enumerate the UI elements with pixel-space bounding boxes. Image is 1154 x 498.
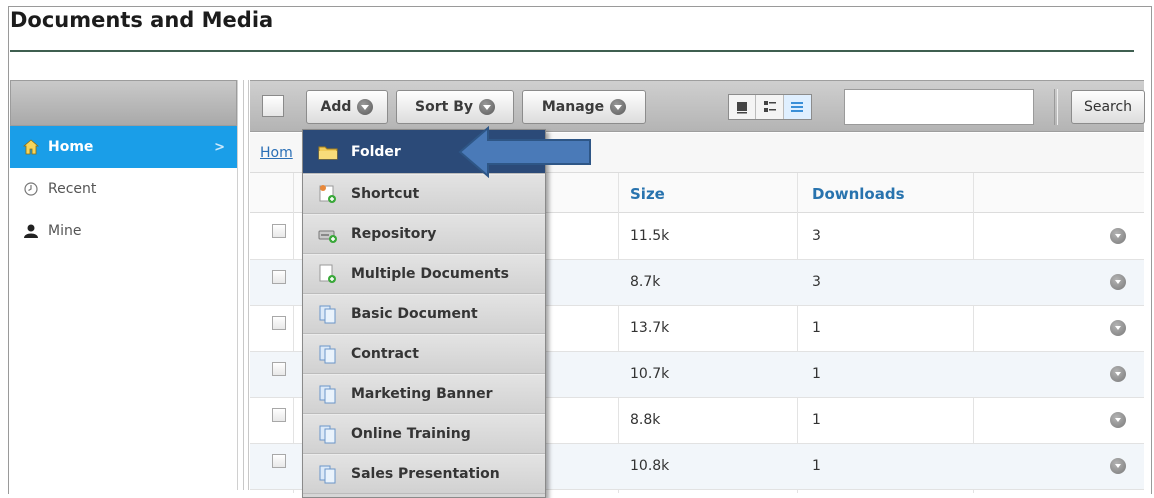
shortcut-icon <box>317 183 339 205</box>
add-button[interactable]: Add <box>306 90 388 124</box>
size-cell: 8.8k <box>630 412 661 428</box>
chevron-down-icon <box>610 99 627 115</box>
row-actions-icon[interactable] <box>1110 274 1126 290</box>
document-icon <box>317 343 339 365</box>
menu-item-label: Basic Document <box>351 306 478 322</box>
title-divider <box>10 50 1134 52</box>
menu-item-label: Shortcut <box>351 186 420 202</box>
sort-by-label: Sort By <box>415 99 473 115</box>
row-checkbox[interactable] <box>272 454 286 468</box>
menu-item-multiple-documents[interactable]: Multiple Documents <box>303 254 545 294</box>
size-cell: 10.8k <box>630 458 670 474</box>
row-checkbox[interactable] <box>272 270 286 284</box>
menu-item-label: Marketing Banner <box>351 386 493 402</box>
column-header-downloads[interactable]: Downloads <box>812 185 905 203</box>
toolbar: Add Sort By Manage Search <box>250 80 1145 132</box>
home-icon <box>22 139 40 155</box>
icon-view-icon <box>737 102 748 114</box>
size-cell: 8.7k <box>630 274 661 290</box>
manage-button[interactable]: Manage <box>522 90 646 124</box>
downloads-cell: 1 <box>812 366 821 382</box>
sidebar: Home > Recent Mine <box>10 80 238 490</box>
downloads-cell: 1 <box>812 320 821 336</box>
panel-splitter <box>243 80 249 490</box>
row-actions-icon[interactable] <box>1110 228 1126 244</box>
menu-item-label: Multiple Documents <box>351 266 509 282</box>
repository-icon <box>317 223 339 245</box>
manage-label: Manage <box>541 99 605 115</box>
sidebar-item-label: Mine <box>48 223 82 239</box>
menu-item-sales-presentation[interactable]: Sales Presentation <box>303 454 545 494</box>
sidebar-item-label: Recent <box>48 181 97 197</box>
downloads-cell: 1 <box>812 458 821 474</box>
search-button[interactable]: Search <box>1071 90 1145 124</box>
menu-item-shortcut[interactable]: Shortcut <box>303 174 545 214</box>
clock-icon <box>22 182 40 196</box>
sidebar-item-home[interactable]: Home > <box>10 126 237 168</box>
sidebar-item-label: Home <box>48 139 94 155</box>
downloads-cell: 1 <box>812 412 821 428</box>
downloads-cell: 3 <box>812 274 821 290</box>
row-checkbox[interactable] <box>272 362 286 376</box>
row-checkbox[interactable] <box>272 408 286 422</box>
select-all-checkbox[interactable] <box>262 95 284 117</box>
sort-by-button[interactable]: Sort By <box>396 90 514 124</box>
sidebar-header <box>10 80 237 126</box>
add-button-label: Add <box>320 99 352 115</box>
row-actions-icon[interactable] <box>1110 412 1126 428</box>
menu-item-repository[interactable]: Repository <box>303 214 545 254</box>
menu-item-marketing-banner[interactable]: Marketing Banner <box>303 374 545 414</box>
descriptive-view-icon <box>763 101 776 112</box>
chevron-down-icon <box>357 99 374 115</box>
search-input[interactable] <box>844 89 1034 125</box>
user-icon <box>22 223 40 239</box>
document-icon <box>317 423 339 445</box>
menu-item-label: Folder <box>351 143 401 160</box>
document-icon <box>317 463 339 485</box>
list-view-button[interactable] <box>783 95 811 119</box>
breadcrumb-home-link[interactable]: Hom <box>260 145 293 161</box>
folder-icon <box>317 141 339 163</box>
size-cell: 10.7k <box>630 366 670 382</box>
menu-item-contract[interactable]: Contract <box>303 334 545 374</box>
list-view-icon <box>791 102 804 112</box>
column-header-size[interactable]: Size <box>630 185 665 203</box>
menu-item-label: Contract <box>351 346 419 362</box>
menu-item-label: Online Training <box>351 426 471 442</box>
chevron-down-icon <box>478 99 495 115</box>
toolbar-divider <box>1054 89 1058 125</box>
add-dropdown-menu: Folder Shortcut Repository Multiple Docu… <box>302 129 546 498</box>
icon-view-button[interactable] <box>729 95 757 119</box>
row-actions-icon[interactable] <box>1110 366 1126 382</box>
sidebar-item-recent[interactable]: Recent <box>10 168 237 210</box>
display-style-group <box>728 94 812 120</box>
menu-item-label: Repository <box>351 226 437 242</box>
size-cell: 13.7k <box>630 320 670 336</box>
multiple-documents-icon <box>317 263 339 285</box>
row-actions-icon[interactable] <box>1110 320 1126 336</box>
sidebar-item-mine[interactable]: Mine <box>10 210 237 252</box>
row-actions-icon[interactable] <box>1110 458 1126 474</box>
row-checkbox[interactable] <box>272 316 286 330</box>
menu-item-online-training[interactable]: Online Training <box>303 414 545 454</box>
document-icon <box>317 383 339 405</box>
arrow-left-icon <box>458 126 591 178</box>
downloads-cell: 3 <box>812 228 821 244</box>
document-icon <box>317 303 339 325</box>
row-checkbox[interactable] <box>272 224 286 238</box>
menu-item-label: Sales Presentation <box>351 466 500 482</box>
descriptive-view-button[interactable] <box>756 95 784 119</box>
size-cell: 11.5k <box>630 228 670 244</box>
page-title: Documents and Media <box>10 8 274 32</box>
chevron-right-icon: > <box>214 139 225 155</box>
menu-item-basic-document[interactable]: Basic Document <box>303 294 545 334</box>
